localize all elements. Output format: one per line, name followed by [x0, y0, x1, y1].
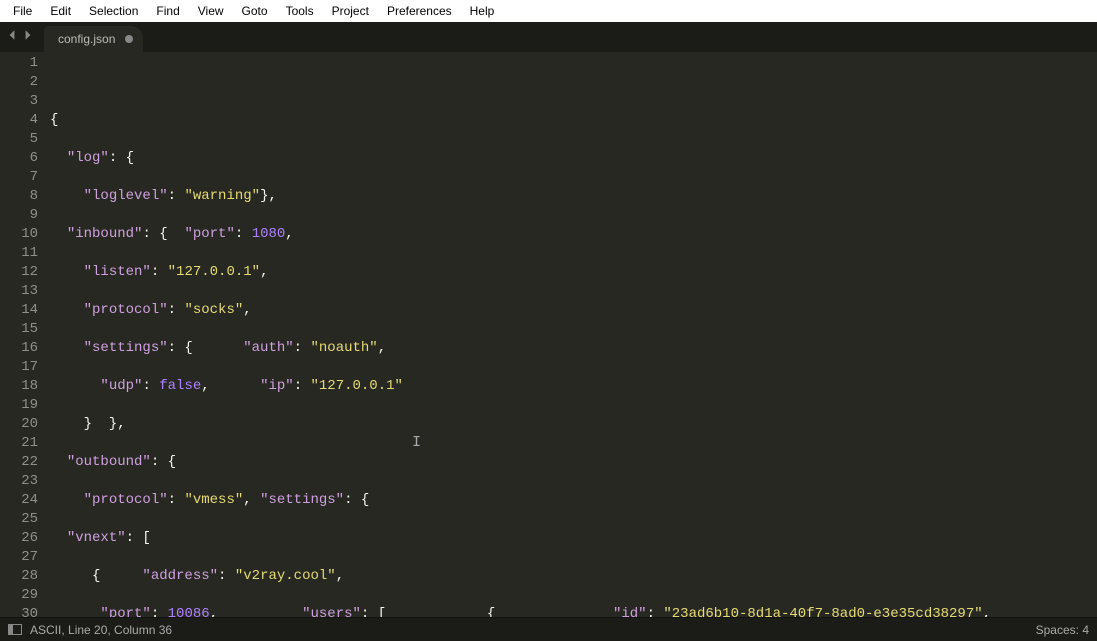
- menu-view[interactable]: View: [189, 2, 233, 20]
- text-cursor-ibeam-icon: I: [412, 433, 421, 452]
- line-number: 7: [0, 168, 38, 187]
- line-number: 11: [0, 244, 38, 263]
- line-number: 8: [0, 187, 38, 206]
- line-number: 10: [0, 225, 38, 244]
- line-number: 12: [0, 263, 38, 282]
- line-number: 16: [0, 339, 38, 358]
- menu-bar: FileEditSelectionFindViewGotoToolsProjec…: [0, 0, 1097, 22]
- line-number: 3: [0, 92, 38, 111]
- code-line: {: [50, 111, 1097, 130]
- line-number: 26: [0, 529, 38, 548]
- tab-config-json[interactable]: config.json: [44, 26, 143, 52]
- line-number: 6: [0, 149, 38, 168]
- code-line: "vnext": [: [50, 529, 1097, 548]
- line-number: 18: [0, 377, 38, 396]
- line-number: 23: [0, 472, 38, 491]
- tab-dirty-icon: [125, 35, 133, 43]
- line-number: 14: [0, 301, 38, 320]
- line-number: 5: [0, 130, 38, 149]
- menu-tools[interactable]: Tools: [277, 2, 323, 20]
- line-number: 28: [0, 567, 38, 586]
- line-number: 19: [0, 396, 38, 415]
- line-number: 24: [0, 491, 38, 510]
- code-line: "inbound": { "port": 1080,: [50, 225, 1097, 244]
- line-number: 29: [0, 586, 38, 605]
- line-number: 21: [0, 434, 38, 453]
- menu-goto[interactable]: Goto: [233, 2, 277, 20]
- code-line: "protocol": "socks",: [50, 301, 1097, 320]
- code-line: "listen": "127.0.0.1",: [50, 263, 1097, 282]
- line-number: 4: [0, 111, 38, 130]
- menu-help[interactable]: Help: [461, 2, 504, 20]
- code-line: "port": 10086, "users": [ { "id": "23ad6…: [50, 605, 1097, 617]
- line-number: 22: [0, 453, 38, 472]
- nav-arrows: [6, 22, 44, 52]
- line-number: 15: [0, 320, 38, 339]
- status-spaces[interactable]: Spaces: 4: [1036, 623, 1089, 637]
- code-line: "loglevel": "warning"},: [50, 187, 1097, 206]
- line-number: 27: [0, 548, 38, 567]
- code-line: "outbound": {: [50, 453, 1097, 472]
- line-number: 17: [0, 358, 38, 377]
- code-line: "udp": false, "ip": "127.0.0.1": [50, 377, 1097, 396]
- nav-back-icon[interactable]: [6, 28, 18, 46]
- line-number: 20: [0, 415, 38, 434]
- code-line: "protocol": "vmess", "settings": {: [50, 491, 1097, 510]
- tab-bar: config.json: [0, 22, 1097, 52]
- line-number: 13: [0, 282, 38, 301]
- line-number: 2: [0, 73, 38, 92]
- menu-selection[interactable]: Selection: [80, 2, 147, 20]
- editor: 1234567891011121314151617181920212223242…: [0, 52, 1097, 617]
- menu-preferences[interactable]: Preferences: [378, 2, 461, 20]
- nav-forward-icon[interactable]: [22, 28, 34, 46]
- line-number: 9: [0, 206, 38, 225]
- line-gutter: 1234567891011121314151617181920212223242…: [0, 52, 46, 617]
- code-line: { "address": "v2ray.cool",: [50, 567, 1097, 586]
- code-line: "log": {: [50, 149, 1097, 168]
- menu-project[interactable]: Project: [323, 2, 378, 20]
- menu-edit[interactable]: Edit: [41, 2, 80, 20]
- tab-title: config.json: [58, 32, 115, 46]
- line-number: 25: [0, 510, 38, 529]
- status-bar: ASCII, Line 20, Column 36 Spaces: 4: [0, 617, 1097, 641]
- menu-find[interactable]: Find: [147, 2, 188, 20]
- code-area[interactable]: I { "log": { "loglevel": "warning"}, "in…: [46, 52, 1097, 617]
- line-number: 30: [0, 605, 38, 624]
- code-line: } },: [50, 415, 1097, 434]
- menu-file[interactable]: File: [4, 2, 41, 20]
- code-line: "settings": { "auth": "noauth",: [50, 339, 1097, 358]
- status-encoding[interactable]: ASCII, Line 20, Column 36: [30, 623, 172, 637]
- panel-toggle-icon[interactable]: [8, 624, 22, 635]
- line-number: 1: [0, 54, 38, 73]
